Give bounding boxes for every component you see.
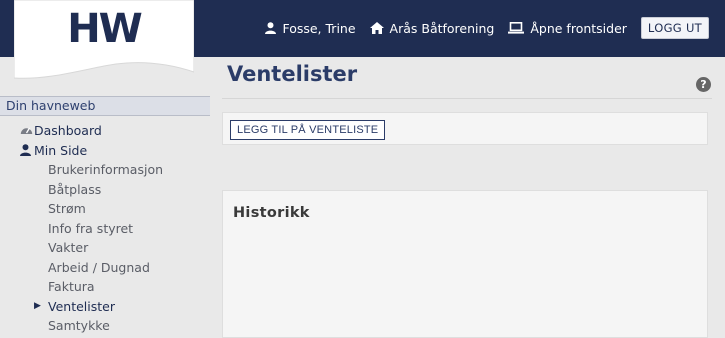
- action-panel: LEGG TIL PÅ VENTELISTE: [222, 112, 708, 145]
- sidebar-item-label: Ventelister: [48, 298, 115, 314]
- title-divider: [222, 98, 712, 99]
- history-panel: Historikk: [222, 190, 708, 338]
- sidebar-item-label: Info fra styret: [48, 220, 134, 236]
- dashboard-icon: [20, 127, 33, 134]
- sidebar-item-label: Min Side: [34, 142, 88, 158]
- sidebar: Din havneweb Dashboard Min Side Brukerin…: [0, 96, 210, 336]
- sidebar-item-label: Vakter: [48, 240, 89, 255]
- club-link[interactable]: Arås Båtforening: [369, 20, 495, 36]
- sidebar-list: Dashboard Min Side Brukerinformasjon Båt…: [0, 121, 210, 336]
- sidebar-section-title: Din havneweb: [0, 96, 210, 116]
- add-to-waitlist-button[interactable]: LEGG TIL PÅ VENTELISTE: [230, 120, 386, 140]
- sidebar-item-arbeid-dugnad[interactable]: Arbeid / Dugnad: [0, 258, 210, 278]
- laptop-icon: [508, 22, 525, 34]
- caret-right-icon: ▶: [34, 300, 41, 311]
- sidebar-item-label: Strøm: [48, 201, 86, 216]
- history-title: Historikk: [233, 205, 310, 221]
- frontpage-link[interactable]: Åpne frontsider: [508, 21, 627, 36]
- sidebar-item-vakter[interactable]: Vakter: [0, 238, 210, 258]
- logo[interactable]: HW: [14, 6, 194, 52]
- sidebar-item-faktura[interactable]: Faktura: [0, 277, 210, 297]
- club-name: Arås Båtforening: [389, 20, 495, 36]
- user-icon: [20, 143, 31, 156]
- sidebar-item-label: Faktura: [48, 279, 95, 294]
- page-title: Ventelister: [227, 62, 358, 86]
- sidebar-item-brukerinformasjon[interactable]: Brukerinformasjon: [0, 160, 210, 180]
- sidebar-item-min-side[interactable]: Min Side: [0, 141, 210, 161]
- user-icon: [265, 22, 277, 34]
- sidebar-item-info-fra-styret[interactable]: Info fra styret: [0, 219, 210, 239]
- sidebar-item-label: Båtplass: [48, 181, 102, 197]
- user-name: Fosse, Trine: [282, 20, 356, 36]
- home-icon: [369, 22, 384, 34]
- sidebar-item-label: Dashboard: [34, 123, 102, 138]
- sidebar-item-samtykke[interactable]: Samtykke: [0, 316, 210, 336]
- sidebar-item-label: Samtykke: [48, 318, 110, 333]
- sidebar-item-label: Arbeid / Dugnad: [48, 259, 150, 275]
- sidebar-item-batplass[interactable]: Båtplass: [0, 180, 210, 200]
- sidebar-item-ventelister[interactable]: ▶ Ventelister: [0, 297, 210, 317]
- top-nav: Fosse, Trine Arås Båtforening Åpne front…: [265, 17, 709, 39]
- logout-button[interactable]: LOGG UT: [640, 17, 709, 39]
- user-link[interactable]: Fosse, Trine: [265, 20, 356, 36]
- help-icon[interactable]: ?: [696, 77, 711, 92]
- sidebar-item-dashboard[interactable]: Dashboard: [0, 121, 210, 141]
- app-root: Fosse, Trine Arås Båtforening Åpne front…: [0, 0, 725, 338]
- sidebar-item-strom[interactable]: Strøm: [0, 199, 210, 219]
- main-content: Ventelister ? LEGG TIL PÅ VENTELISTE His…: [222, 57, 725, 338]
- sidebar-item-label: Brukerinformasjon: [48, 162, 164, 177]
- frontpage-label: Åpne frontsider: [530, 20, 627, 36]
